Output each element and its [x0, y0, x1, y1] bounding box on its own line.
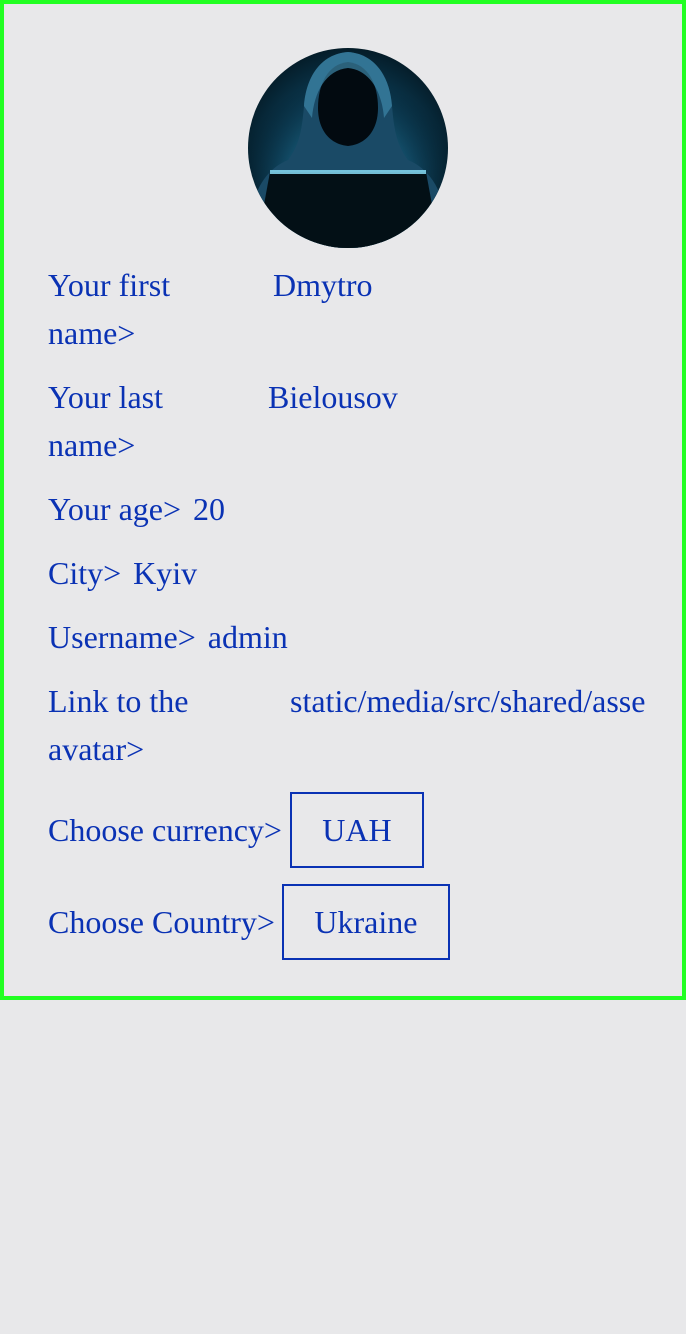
- city-label: City>: [48, 555, 122, 591]
- avatar: [248, 48, 448, 248]
- avatar-link-label: Link to the avatar>: [48, 683, 189, 767]
- city-row: City> Kyiv: [48, 549, 197, 597]
- hooded-hacker-avatar-icon: [248, 48, 448, 248]
- avatar-link-row: Link to the avatar> static/media/src/sha…: [48, 677, 646, 773]
- age-row: Your age> 20: [48, 485, 225, 533]
- profile-panel: Your first name> Dmytro Your last name> …: [0, 0, 686, 1000]
- age-label: Your age>: [48, 491, 182, 527]
- username-value: admin: [207, 619, 288, 655]
- last-name-value: Bielousov: [268, 379, 398, 415]
- first-name-label: Your first name>: [48, 267, 171, 351]
- country-row: Choose Country> Ukraine: [48, 884, 450, 960]
- avatar-link-value: static/media/src/shared/asse: [290, 683, 646, 719]
- country-select[interactable]: Ukraine: [281, 884, 450, 960]
- age-value: 20: [193, 491, 226, 527]
- username-label: Username>: [48, 619, 196, 655]
- last-name-row: Your last name> Bielousov: [48, 373, 398, 469]
- currency-label: Choose currency>: [48, 811, 282, 848]
- country-label: Choose Country>: [48, 903, 275, 940]
- username-row: Username> admin: [48, 613, 288, 661]
- currency-row: Choose currency> UAH: [48, 792, 424, 868]
- last-name-label: Your last name>: [48, 379, 163, 463]
- first-name-value: Dmytro: [273, 267, 373, 303]
- city-value: Kyiv: [133, 555, 198, 591]
- first-name-row: Your first name> Dmytro: [48, 261, 373, 357]
- currency-select[interactable]: UAH: [289, 792, 424, 868]
